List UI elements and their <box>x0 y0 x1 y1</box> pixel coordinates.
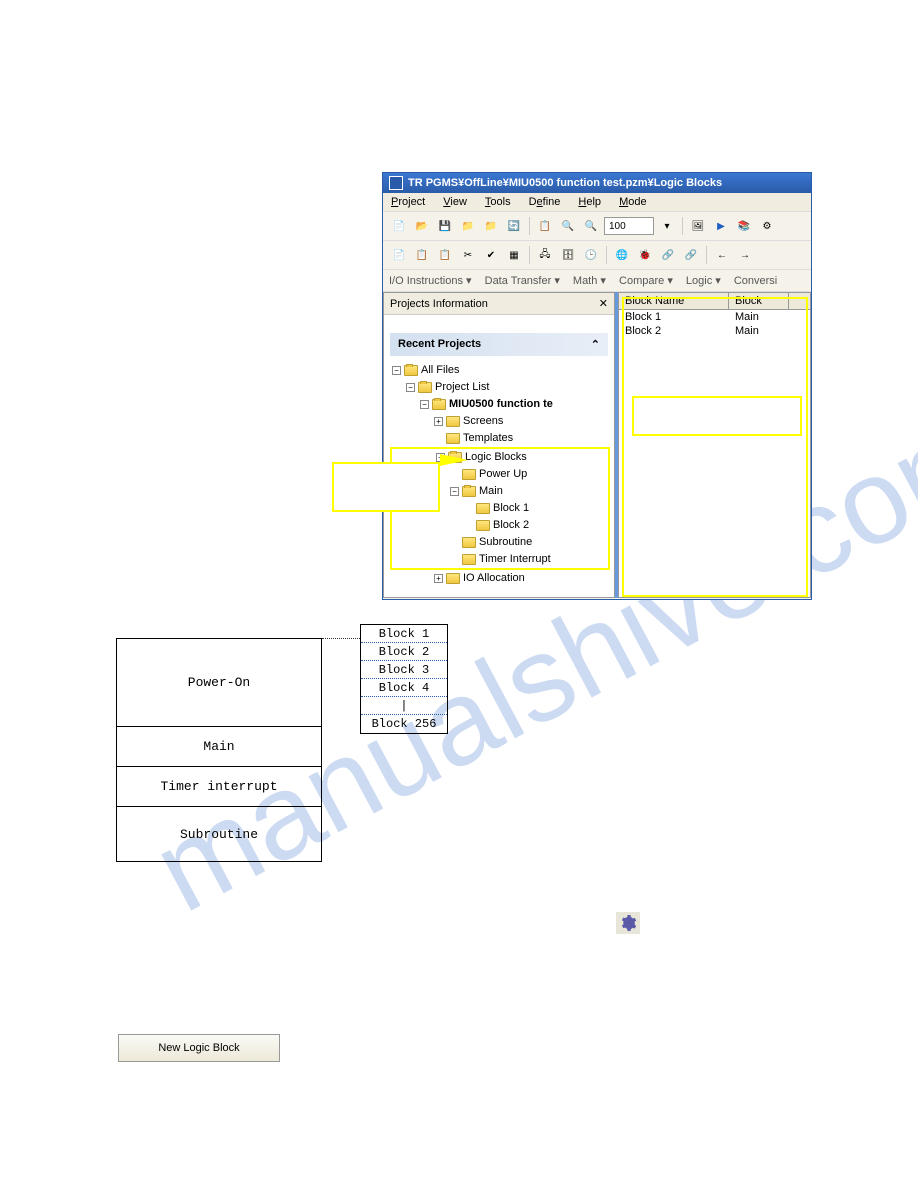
titlebar: TR PGMS¥OffLine¥MIU0500 function test.pz… <box>383 173 811 193</box>
window-title: TR PGMS¥OffLine¥MIU0500 function test.pz… <box>408 177 722 189</box>
app-icon <box>389 176 403 190</box>
lane-power-on: Power-On <box>116 638 322 726</box>
globe-icon[interactable]: 🌐 <box>612 245 632 265</box>
check-icon[interactable]: ✔ <box>481 245 501 265</box>
tree-project-name[interactable]: −MIU0500 function te <box>392 396 610 413</box>
lane-subroutine: Subroutine <box>116 806 322 862</box>
callout-box <box>332 462 440 512</box>
tree-timer-interrupt[interactable]: Timer Interrupt <box>394 551 608 568</box>
play-icon[interactable]: ▶ <box>711 216 731 236</box>
highlight-right-panel <box>622 297 808 597</box>
tree-all-files[interactable]: −All Files <box>392 362 610 379</box>
instr-io[interactable]: I/O Instructions ▾ <box>389 275 472 287</box>
gear-icon[interactable]: ⚙ <box>757 216 777 236</box>
network-icon[interactable]: 🖧 <box>535 245 555 265</box>
instr-logic[interactable]: Logic ▾ <box>686 275 721 287</box>
link-icon[interactable]: 🔗 <box>658 245 678 265</box>
list-item: Block 4 <box>361 679 447 697</box>
recent-projects-header[interactable]: Recent Projects ⌃ <box>390 333 608 356</box>
cut-icon[interactable]: ✂ <box>458 245 478 265</box>
lane-main: Main <box>116 726 322 766</box>
folder-star-icon[interactable]: 📁 <box>481 216 501 236</box>
instr-data[interactable]: Data Transfer ▾ <box>485 275 560 287</box>
arrow-right-icon[interactable]: → <box>735 245 755 265</box>
tree-subroutine[interactable]: Subroutine <box>394 534 608 551</box>
panel-header: Projects Information ✕ <box>384 293 614 315</box>
refresh-icon[interactable]: 🔄 <box>504 216 524 236</box>
chain-icon[interactable]: 🔗 <box>681 245 701 265</box>
zoom-in-icon[interactable]: 🔍 <box>558 216 578 236</box>
tree-screens[interactable]: +Screens <box>392 413 610 430</box>
menubar: Project View Tools Define Help Mode <box>383 193 811 212</box>
menu-project[interactable]: Project <box>391 196 425 208</box>
menu-tools[interactable]: Tools <box>485 196 511 208</box>
screen-icon[interactable]: 🖼 <box>688 216 708 236</box>
panel-close-icon[interactable]: ✕ <box>599 297 608 310</box>
list-item: Block 2 <box>361 643 447 661</box>
page-icon[interactable]: 📄 <box>389 245 409 265</box>
instr-conversion[interactable]: Conversi <box>734 275 777 287</box>
diagram-lanes: Power-On Main Timer interrupt Subroutine <box>116 638 322 862</box>
lane-timer-interrupt: Timer interrupt <box>116 766 322 806</box>
save-icon[interactable]: 💾 <box>435 216 455 236</box>
tree-project-list[interactable]: −Project List <box>392 379 610 396</box>
menu-define[interactable]: Define <box>529 196 561 208</box>
bug-icon[interactable]: 🐞 <box>635 245 655 265</box>
tree-block2[interactable]: Block 2 <box>394 517 608 534</box>
clock-icon[interactable]: 🕒 <box>581 245 601 265</box>
list-item: | <box>361 697 447 715</box>
tree-templates[interactable]: Templates <box>392 430 610 447</box>
projects-panel: Projects Information ✕ Recent Projects ⌃… <box>383 292 615 598</box>
instruction-bar: I/O Instructions ▾ Data Transfer ▾ Math … <box>383 270 811 292</box>
gear-svg-icon <box>619 914 637 932</box>
instr-compare[interactable]: Compare ▾ <box>619 275 673 287</box>
menu-view[interactable]: View <box>443 196 467 208</box>
list-item: Block 3 <box>361 661 447 679</box>
db-icon[interactable]: 🗄 <box>558 245 578 265</box>
chevron-down-icon[interactable]: ▾ <box>657 216 677 236</box>
new-logic-block-button[interactable]: New Logic Block <box>118 1034 280 1062</box>
gear-icon-standalone <box>616 912 640 934</box>
toolbar-1: 📄 📂 💾 📁 📁 🔄 📋 🔍 🔍 100 ▾ 🖼 ▶ 📚 ⚙ <box>383 212 811 241</box>
paste-icon[interactable]: 📋 <box>435 245 455 265</box>
folder-icon[interactable]: 📁 <box>458 216 478 236</box>
instr-math[interactable]: Math ▾ <box>573 275 606 287</box>
zoom-out-icon[interactable]: 🔍 <box>581 216 601 236</box>
open-icon[interactable]: 📂 <box>412 216 432 236</box>
tree-io-allocation[interactable]: +IO Allocation <box>392 570 610 587</box>
panel-title: Projects Information <box>390 298 488 310</box>
page-icon[interactable]: 📋 <box>535 216 555 236</box>
menu-help[interactable]: Help <box>578 196 601 208</box>
list-item: Block 256 <box>361 715 447 733</box>
highlight-right-inner <box>632 396 802 436</box>
diagram-connector <box>322 638 360 639</box>
stack-icon[interactable]: 📚 <box>734 216 754 236</box>
toolbar-2: 📄 📋 📋 ✂ ✔ ▦ 🖧 🗄 🕒 🌐 🐞 🔗 🔗 ← → <box>383 241 811 270</box>
zoom-field[interactable]: 100 <box>604 217 654 235</box>
select-icon[interactable]: ▦ <box>504 245 524 265</box>
list-item: Block 1 <box>361 625 447 643</box>
collapse-icon[interactable]: ⌃ <box>591 338 600 351</box>
diagram-blocks: Block 1 Block 2 Block 3 Block 4 | Block … <box>360 624 448 734</box>
new-icon[interactable]: 📄 <box>389 216 409 236</box>
copy-icon[interactable]: 📋 <box>412 245 432 265</box>
menu-mode[interactable]: Mode <box>619 196 647 208</box>
arrow-left-icon[interactable]: ← <box>712 245 732 265</box>
callout-tail <box>440 454 468 466</box>
